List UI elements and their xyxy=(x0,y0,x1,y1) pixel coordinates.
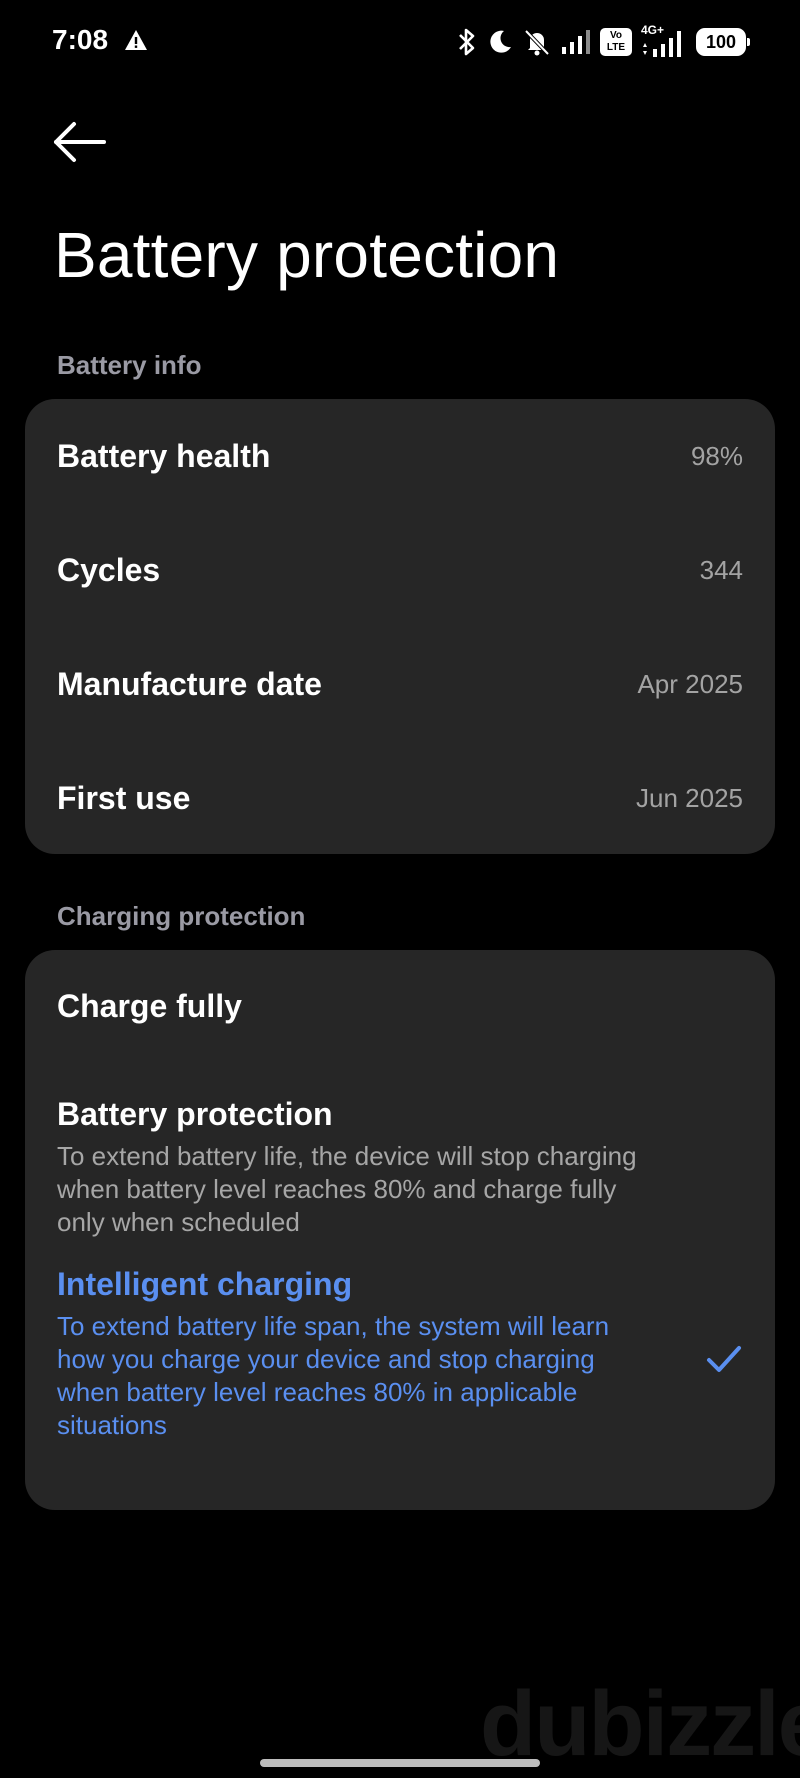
info-label: First use xyxy=(57,780,191,816)
status-icons: Vo LTE 4G+ 100 xyxy=(456,22,750,62)
info-row-manufacture-date: Manufacture date Apr 2025 xyxy=(25,634,775,734)
charging-protection-card: Charge fully Battery protection To exten… xyxy=(25,950,775,1510)
signal-icon-sim1 xyxy=(562,30,590,54)
option-description: To extend battery life span, the system … xyxy=(57,1311,610,1440)
info-row-first-use: First use Jun 2025 xyxy=(25,748,775,848)
bluetooth-icon xyxy=(459,28,475,56)
signal-icon-sim2 xyxy=(643,31,681,57)
back-button[interactable] xyxy=(52,118,108,166)
section-header-battery-info: Battery info xyxy=(57,350,202,380)
option-intelligent-charging[interactable]: Intelligent charging To extend battery l… xyxy=(25,1250,775,1465)
volte-top: Vo xyxy=(609,30,623,41)
signal-group-sim2: 4G+ xyxy=(641,23,687,59)
info-value: Jun 2025 xyxy=(636,783,743,813)
warning-icon xyxy=(125,30,147,50)
muted-bell-icon xyxy=(524,29,550,56)
info-value: Apr 2025 xyxy=(637,669,743,699)
battery-indicator: 100 xyxy=(696,28,750,56)
info-row-battery-health: Battery health 98% xyxy=(25,406,775,506)
option-title: Charge fully xyxy=(57,988,242,1024)
option-battery-protection[interactable]: Battery protection To extend battery lif… xyxy=(25,1060,775,1237)
home-indicator[interactable] xyxy=(260,1759,540,1767)
info-value: 344 xyxy=(699,555,743,585)
option-title: Battery protection xyxy=(57,1096,333,1132)
page-title: Battery protection xyxy=(54,219,560,291)
option-description: To extend battery life, the device will … xyxy=(57,1141,637,1237)
status-time: 7:08 xyxy=(52,24,109,55)
info-label: Battery health xyxy=(57,438,271,474)
option-title: Intelligent charging xyxy=(57,1266,353,1302)
back-arrow-icon xyxy=(54,122,106,162)
info-value: 98% xyxy=(690,441,743,471)
battery-level: 100 xyxy=(705,31,737,52)
moon-icon xyxy=(490,30,511,53)
info-label: Cycles xyxy=(57,552,161,588)
info-label: Manufacture date xyxy=(57,666,322,702)
battery-info-card: Battery health 98% Cycles 344 Manufactur… xyxy=(25,399,775,854)
checkmark-icon xyxy=(707,1346,741,1372)
volte-badge: Vo LTE xyxy=(600,28,632,56)
volte-bottom: LTE xyxy=(606,42,626,53)
info-row-cycles: Cycles 344 xyxy=(25,520,775,620)
section-header-charging-protection: Charging protection xyxy=(57,901,306,931)
option-charge-fully[interactable]: Charge fully xyxy=(25,950,775,1060)
status-bar: 7:08 Vo LTE 4G+ 100 xyxy=(0,0,800,84)
